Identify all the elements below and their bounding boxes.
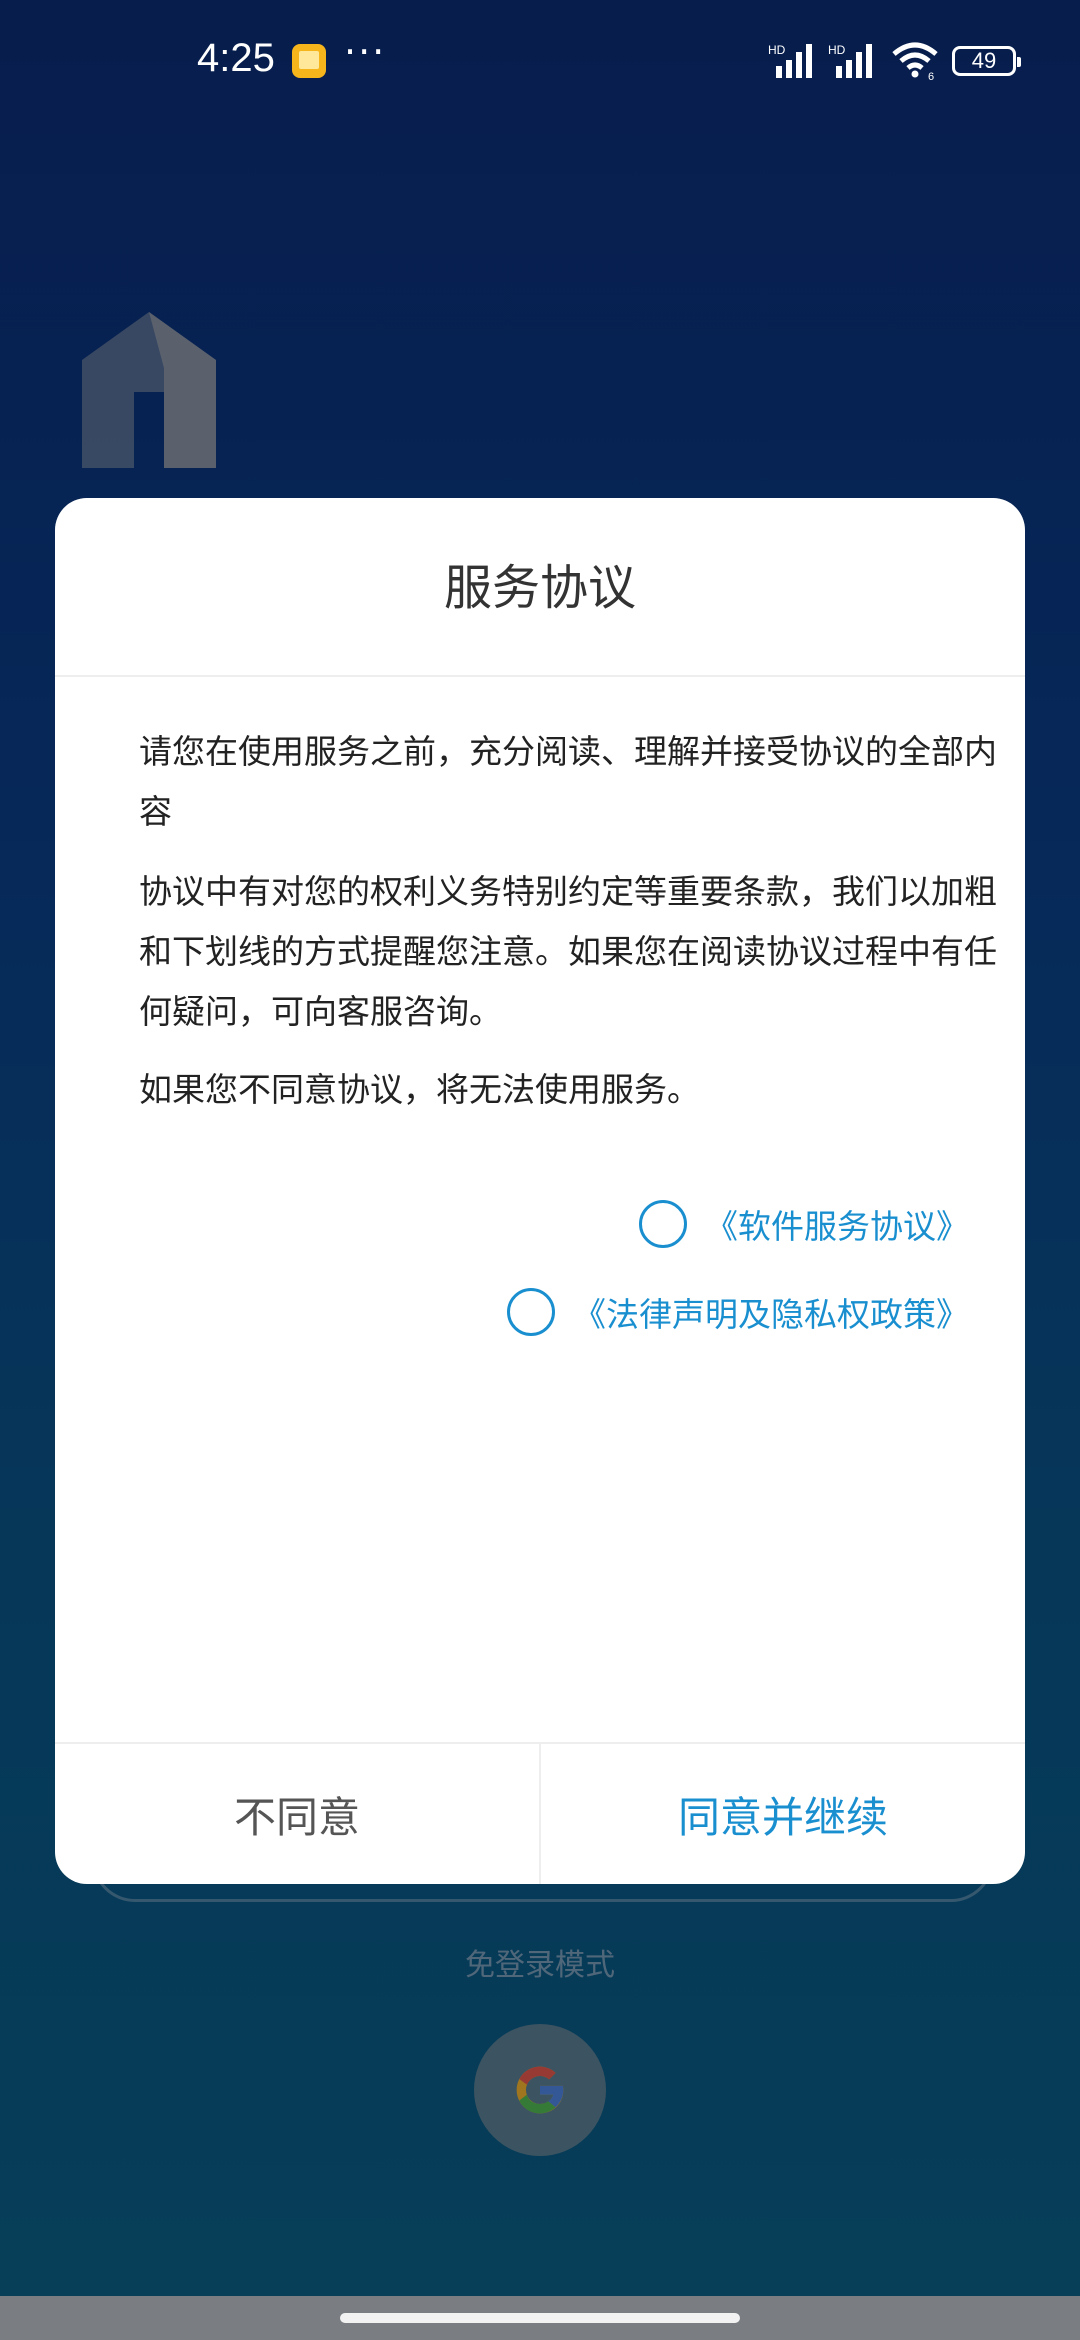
- privacy-policy-radio[interactable]: [507, 1288, 555, 1336]
- agreement-row-privacy[interactable]: 《法律声明及隐私权政策》: [507, 1282, 969, 1342]
- agreement-row-software[interactable]: 《软件服务协议》: [639, 1194, 969, 1254]
- agreement-paragraph-3: 如果您不同意协议，将无法使用服务。: [139, 1070, 700, 1109]
- privacy-policy-link[interactable]: 《法律声明及隐私权政策》: [573, 1288, 969, 1336]
- signal-icon: HD: [768, 43, 812, 78]
- service-agreement-dialog: 服务协议 请您在使用服务之前，充分阅读、理解并接受协议的全部内容 协议中有对您的…: [55, 498, 1025, 1884]
- dialog-title: 服务协议: [443, 560, 636, 616]
- agreement-paragraph-2: 协议中有对您的权利义务特别约定等重要条款，我们以加粗和下划线的方式提醒您注意。如…: [139, 872, 997, 1031]
- software-agreement-radio[interactable]: [639, 1200, 687, 1248]
- status-bar: 4:25 ··· HD HD 6 49: [0, 0, 1080, 124]
- status-time: 4:25: [197, 36, 275, 80]
- title-divider: [55, 675, 1025, 677]
- more-notifications-icon: ···: [344, 30, 387, 74]
- signal-icon-2: HD: [828, 43, 872, 78]
- home-indicator[interactable]: [340, 2313, 740, 2323]
- disagree-button[interactable]: 不同意: [55, 1744, 539, 1884]
- wifi-icon: 6: [892, 42, 938, 80]
- svg-text:HD: HD: [768, 43, 786, 57]
- svg-text:6: 6: [928, 71, 934, 80]
- agree-continue-button[interactable]: 同意并继续: [541, 1744, 1025, 1884]
- agreement-paragraph-1: 请您在使用服务之前，充分阅读、理解并接受协议的全部内容: [139, 732, 997, 831]
- svg-text:HD: HD: [828, 43, 846, 57]
- software-service-agreement-link[interactable]: 《软件服务协议》: [705, 1200, 969, 1248]
- notification-app-icon: [292, 44, 326, 78]
- battery-icon: 49: [952, 46, 1021, 76]
- navigation-bar: [0, 2296, 1080, 2340]
